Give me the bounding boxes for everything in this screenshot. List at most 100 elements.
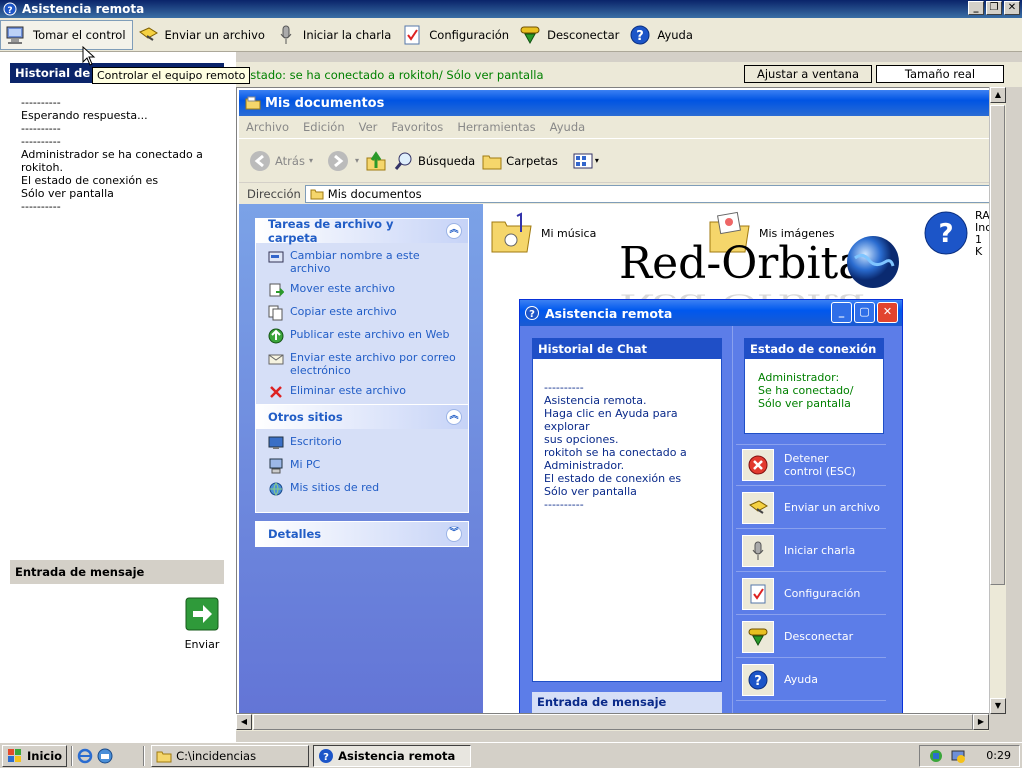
- send-file-button[interactable]: Enviar un archivo: [133, 20, 271, 50]
- file-tasks-header[interactable]: Tareas de archivo y carpeta ︽: [256, 217, 468, 245]
- up-folder-icon[interactable]: [365, 150, 387, 172]
- help-icon: ?: [2, 1, 18, 17]
- inner-status-header: Estado de conexión: [745, 339, 883, 359]
- help-button[interactable]: ? Ayuda: [625, 20, 699, 50]
- inner-title: Asistencia remota: [545, 305, 673, 321]
- menu-edicion[interactable]: Edición: [296, 120, 352, 134]
- details-title: Detalles: [268, 527, 322, 541]
- connection-status-text: Estado: se ha conectado a rokitoh/ Sólo …: [243, 68, 544, 82]
- stop-control-button[interactable]: Detener control (ESC): [736, 444, 886, 486]
- task-email[interactable]: Enviar este archivo por correo electróni…: [268, 351, 458, 377]
- inner-status-panel: Estado de conexión Administrador: Se ha …: [744, 338, 884, 434]
- start-label: Inicio: [27, 748, 63, 763]
- scroll-right-button[interactable]: ▶: [973, 714, 989, 730]
- taskbar-folder-label: C:\incidencias: [176, 748, 257, 763]
- left-panel: Historial de Chat ---------- Esperando r…: [0, 52, 236, 742]
- send-button[interactable]: Enviar: [183, 597, 221, 651]
- task-move[interactable]: Mover este archivo: [268, 282, 458, 298]
- inner-close-button[interactable]: ✕: [877, 302, 898, 323]
- taskbar-folder-item[interactable]: C:\incidencias: [151, 744, 310, 767]
- inner-chat-panel: Historial de Chat ---------- Asistencia …: [532, 338, 722, 682]
- details-box: Detalles ︾: [255, 521, 469, 547]
- other-places-header[interactable]: Otros sitios ︽: [256, 405, 468, 429]
- status-line: Se ha conectado/: [758, 384, 854, 397]
- place-network[interactable]: Mis sitios de red: [268, 481, 458, 497]
- views-button[interactable]: ▾: [572, 150, 599, 172]
- inner-start-chat-button[interactable]: Iniciar charla: [736, 530, 886, 572]
- inner-help-button[interactable]: ? Ayuda: [736, 659, 886, 701]
- task-rename[interactable]: Cambiar nombre a este archivo: [268, 249, 458, 275]
- menu-favoritos[interactable]: Favoritos: [384, 120, 450, 134]
- details-header[interactable]: Detalles ︾: [256, 522, 468, 546]
- vertical-scrollbar[interactable]: ▲ ▼: [989, 87, 1006, 714]
- start-button[interactable]: Inicio: [2, 744, 68, 767]
- back-button[interactable]: Atrás ▾: [249, 150, 313, 172]
- globe-icon: [845, 234, 901, 293]
- scroll-up-button[interactable]: ▲: [990, 87, 1006, 103]
- inner-minimize-button[interactable]: _: [831, 302, 852, 323]
- place-desktop[interactable]: Escritorio: [268, 435, 458, 451]
- start-chat-button[interactable]: Iniciar la charla: [271, 20, 397, 50]
- system-tray: 0:29: [919, 744, 1020, 767]
- inner-maximize-button[interactable]: ▢: [854, 302, 875, 323]
- menu-ayuda[interactable]: Ayuda: [543, 120, 593, 134]
- disconnect-button[interactable]: Desconectar: [515, 20, 625, 50]
- settings-button[interactable]: Configuración: [397, 20, 515, 50]
- scroll-down-button[interactable]: ▼: [990, 698, 1006, 714]
- clock: 0:29: [986, 749, 1011, 762]
- inner-settings-button[interactable]: Configuración: [736, 573, 886, 615]
- status-line: Sólo ver pantalla: [758, 397, 851, 410]
- expand-icon[interactable]: ︾: [446, 526, 462, 542]
- forward-arrow-icon[interactable]: [327, 150, 349, 172]
- computer-icon: [5, 24, 27, 46]
- other-places-title: Otros sitios: [268, 410, 343, 424]
- vertical-scroll-thumb[interactable]: [990, 105, 1005, 585]
- chat-line: ----------: [21, 122, 61, 135]
- taskbar-app-label: Asistencia remota: [338, 748, 456, 763]
- collapse-icon[interactable]: ︽: [446, 223, 462, 239]
- horizontal-scrollbar[interactable]: ◀ ▶: [236, 714, 989, 731]
- taskbar-app-item[interactable]: ? Asistencia remota: [313, 744, 472, 767]
- network-tray-icon[interactable]: [928, 748, 944, 764]
- address-label: Dirección: [247, 186, 301, 201]
- folder-icon: [156, 748, 172, 764]
- place-my-pc[interactable]: Mi PC: [268, 458, 458, 474]
- status-line: Administrador:: [758, 371, 840, 384]
- file-help-document[interactable]: ? RA Inc 1 K: [923, 210, 991, 258]
- actual-size-button[interactable]: Tamaño real: [876, 65, 1004, 83]
- collapse-icon[interactable]: ︽: [446, 409, 462, 425]
- horizontal-scroll-thumb[interactable]: [253, 714, 973, 730]
- scroll-left-button[interactable]: ◀: [236, 714, 252, 730]
- take-control-button[interactable]: Tomar el control: [0, 19, 133, 50]
- close-button[interactable]: ✕: [1004, 1, 1020, 15]
- file-my-music[interactable]: Mi música: [489, 210, 596, 256]
- explorer-toolbar: Atrás ▾ ▾ Búsqueda Carpetas ▾: [239, 138, 991, 182]
- menu-herramientas[interactable]: Herramientas: [450, 120, 542, 134]
- restore-button[interactable]: ❐: [986, 1, 1002, 15]
- help-icon: ?: [923, 210, 969, 256]
- minimize-button[interactable]: _: [968, 1, 984, 15]
- address-input[interactable]: Mis documentos: [304, 184, 991, 203]
- folders-button[interactable]: Carpetas: [481, 150, 558, 172]
- fit-to-window-button[interactable]: Ajustar a ventana: [744, 65, 872, 83]
- place-label: Mi PC: [290, 458, 321, 471]
- chat-line: Esperando respuesta...: [21, 109, 148, 122]
- remote-assistance-tray-icon[interactable]: [950, 748, 966, 764]
- search-button[interactable]: Búsqueda: [393, 150, 475, 172]
- menu-ver[interactable]: Ver: [352, 120, 385, 134]
- inner-send-file-button[interactable]: Enviar un archivo: [736, 487, 886, 529]
- inner-title-bar: ? Asistencia remota _ ▢ ✕: [520, 300, 902, 326]
- internet-explorer-icon[interactable]: [77, 748, 93, 764]
- remote-desktop-view[interactable]: Mis documentos Archivo Edición Ver Favor…: [236, 87, 1006, 714]
- inner-disconnect-button[interactable]: Desconectar: [736, 616, 886, 658]
- outlook-express-icon[interactable]: [97, 748, 113, 764]
- inner-message-header: Entrada de mensaje: [532, 692, 722, 713]
- chat-line: ----------: [21, 135, 61, 148]
- task-copy[interactable]: Copiar este archivo: [268, 305, 458, 321]
- menu-archivo[interactable]: Archivo: [239, 120, 296, 134]
- message-input[interactable]: [10, 585, 180, 685]
- svg-text:?: ?: [754, 674, 762, 689]
- task-delete[interactable]: Eliminar este archivo: [268, 384, 458, 400]
- task-publish[interactable]: Publicar este archivo en Web: [268, 328, 458, 344]
- file-tasks-title: Tareas de archivo y carpeta: [268, 217, 394, 245]
